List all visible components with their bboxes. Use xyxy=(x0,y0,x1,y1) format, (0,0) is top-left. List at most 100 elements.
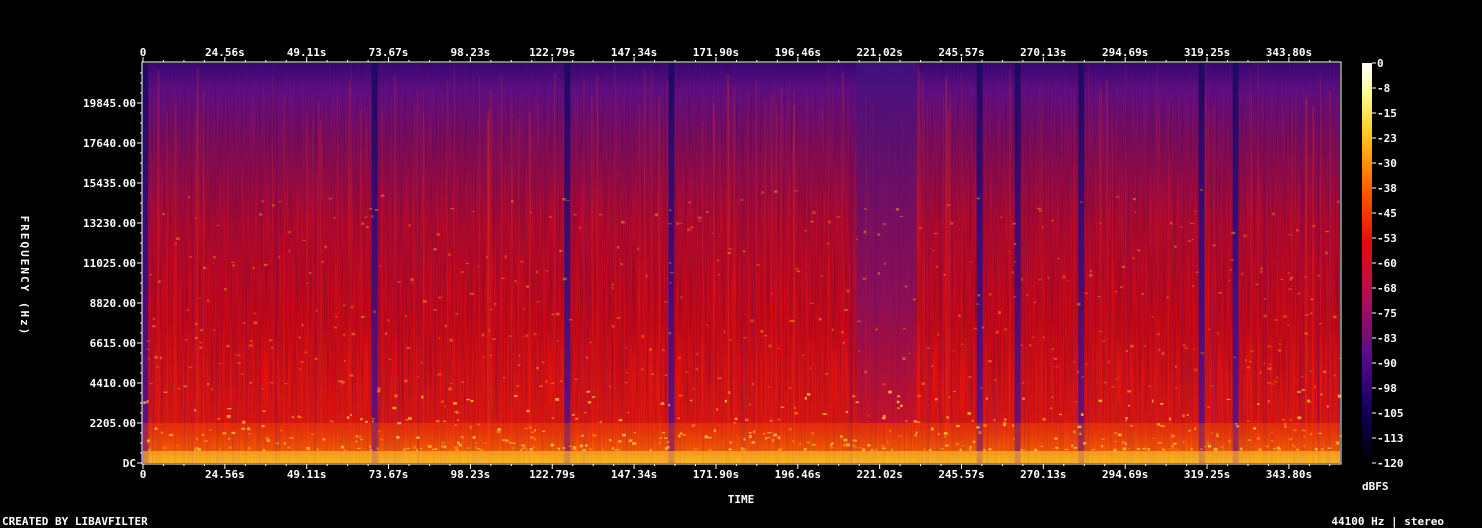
texture-streak xyxy=(1100,90,1103,463)
x-tick-label-bottom: 270.13s xyxy=(1020,468,1066,481)
texture-streak xyxy=(764,99,767,463)
harmonic-speck xyxy=(227,437,230,440)
harmonic-speck xyxy=(1243,234,1247,238)
harmonic-speck xyxy=(1176,448,1179,450)
harmonic-speck xyxy=(517,364,521,366)
harmonic-speck xyxy=(717,377,722,380)
harmonic-speck xyxy=(216,224,221,226)
x-tick-label-top: 98.23s xyxy=(451,46,491,59)
quiet-gap xyxy=(564,63,571,463)
harmonic-speck xyxy=(433,308,437,311)
harmonic-speck xyxy=(1132,198,1137,201)
harmonic-speck xyxy=(456,412,460,414)
harmonic-speck xyxy=(1326,405,1329,408)
harmonic-speck xyxy=(501,277,505,279)
harmonic-speck xyxy=(713,429,716,433)
harmonic-speck xyxy=(1289,419,1293,421)
harmonic-speck xyxy=(161,431,163,434)
harmonic-speck xyxy=(768,344,772,348)
texture-streak xyxy=(201,114,203,463)
harmonic-speck xyxy=(378,430,381,433)
quiet-gap xyxy=(1078,63,1085,463)
harmonic-speck xyxy=(183,385,188,388)
harmonic-speck xyxy=(1089,274,1093,277)
harmonic-speck xyxy=(861,448,866,452)
harmonic-speck xyxy=(856,238,859,241)
harmonic-speck xyxy=(993,379,997,381)
texture-streak xyxy=(1139,109,1141,464)
texture-streak xyxy=(260,120,262,464)
harmonic-speck xyxy=(953,391,957,393)
harmonic-speck xyxy=(143,401,147,404)
harmonic-speck xyxy=(278,200,282,203)
sparse-region xyxy=(856,63,917,423)
harmonic-speck xyxy=(1278,446,1281,449)
harmonic-speck xyxy=(1333,315,1337,319)
harmonic-speck xyxy=(578,226,582,229)
harmonic-speck xyxy=(1058,413,1062,416)
harmonic-speck xyxy=(394,394,398,398)
harmonic-speck xyxy=(1099,222,1102,225)
harmonic-speck xyxy=(868,415,870,417)
y-tick-label: 11025.00 xyxy=(83,257,136,270)
harmonic-speck xyxy=(1267,400,1270,403)
harmonic-speck xyxy=(148,448,151,451)
texture-streak xyxy=(1318,112,1320,463)
texture-streak xyxy=(275,98,277,463)
harmonic-speck xyxy=(218,362,222,365)
harmonic-speck xyxy=(194,217,197,220)
harmonic-speck xyxy=(271,203,275,207)
texture-streak xyxy=(1224,105,1226,464)
harmonic-speck xyxy=(756,263,760,266)
texture-streak xyxy=(1207,108,1210,464)
texture-streak xyxy=(746,106,748,463)
harmonic-speck xyxy=(1190,222,1194,225)
harmonic-speck xyxy=(1125,350,1128,353)
texture-streak xyxy=(1048,84,1051,463)
harmonic-speck xyxy=(551,313,555,316)
harmonic-speck xyxy=(298,336,301,339)
harmonic-speck xyxy=(224,288,227,291)
harmonic-speck xyxy=(1050,348,1055,350)
x-tick-label-bottom: 98.23s xyxy=(451,468,491,481)
harmonic-speck xyxy=(1172,448,1176,450)
harmonic-speck xyxy=(863,230,867,234)
harmonic-speck xyxy=(481,333,485,337)
harmonic-speck xyxy=(1325,230,1330,233)
harmonic-speck xyxy=(269,339,273,342)
harmonic-speck xyxy=(972,440,976,444)
harmonic-speck xyxy=(661,432,666,434)
harmonic-speck xyxy=(184,339,188,341)
texture-streak xyxy=(166,111,169,463)
harmonic-speck xyxy=(1265,445,1269,448)
texture-streak xyxy=(873,97,874,463)
harmonic-speck xyxy=(1283,423,1287,425)
harmonic-speck xyxy=(1064,448,1069,450)
harmonic-speck xyxy=(203,266,206,270)
harmonic-speck xyxy=(1310,312,1313,315)
texture-streak xyxy=(1250,68,1252,463)
harmonic-speck xyxy=(531,431,534,434)
harmonic-speck xyxy=(441,400,444,403)
harmonic-speck xyxy=(526,409,530,413)
texture-streak xyxy=(587,93,589,463)
texture-streak xyxy=(1181,103,1185,463)
harmonic-speck xyxy=(1144,447,1147,451)
harmonic-speck xyxy=(727,251,731,254)
harmonic-speck xyxy=(397,281,401,283)
harmonic-speck xyxy=(204,440,208,442)
harmonic-speck xyxy=(532,446,535,449)
harmonic-speck xyxy=(983,424,987,427)
harmonic-speck xyxy=(406,447,410,449)
harmonic-speck xyxy=(361,315,365,318)
harmonic-speck xyxy=(147,357,150,360)
harmonic-speck xyxy=(1166,296,1169,300)
harmonic-speck xyxy=(208,429,213,431)
harmonic-speck xyxy=(387,319,390,322)
harmonic-speck xyxy=(617,245,619,249)
texture-streak xyxy=(236,110,238,464)
texture-streak xyxy=(732,97,734,464)
harmonic-speck xyxy=(1092,448,1095,451)
harmonic-speck xyxy=(969,261,973,263)
harmonic-speck xyxy=(654,213,659,217)
